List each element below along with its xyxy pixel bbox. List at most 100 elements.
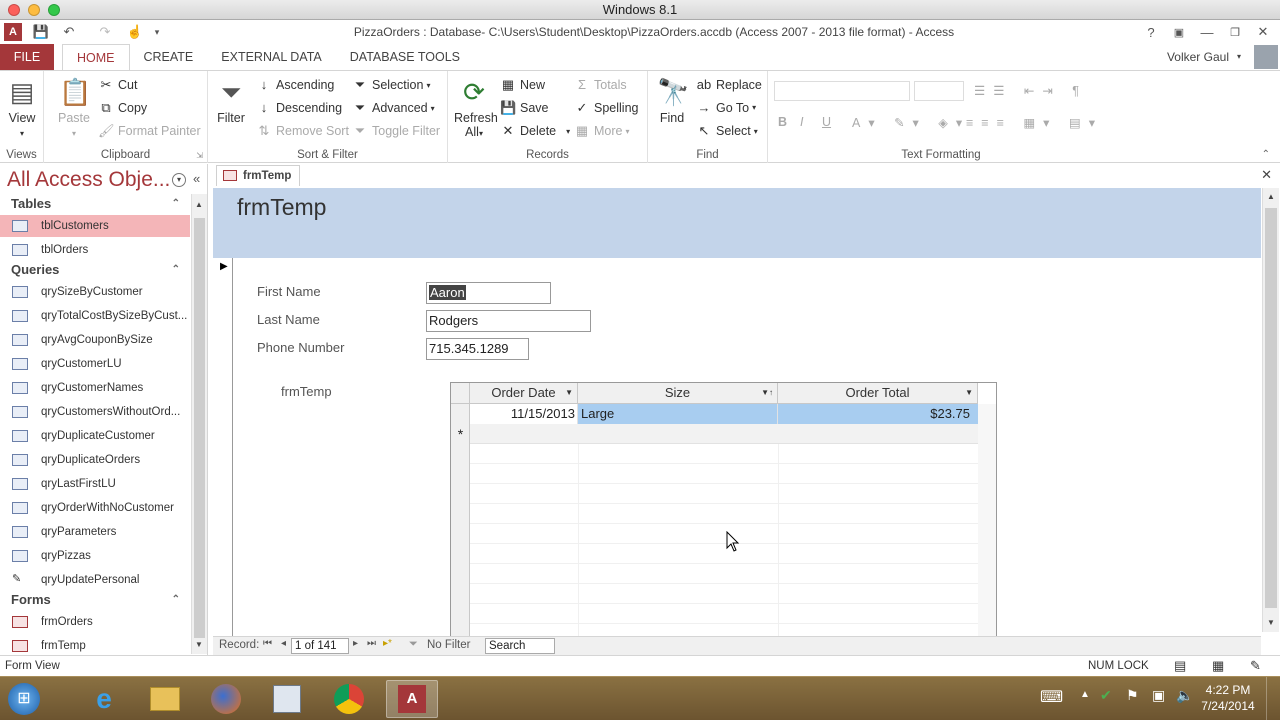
- tab-external-data[interactable]: EXTERNAL DATA: [207, 44, 335, 70]
- filter-button[interactable]: ⏷ Filter: [216, 75, 246, 125]
- tab-create[interactable]: CREATE: [130, 44, 208, 70]
- tab-file[interactable]: FILE: [0, 44, 54, 70]
- find-button[interactable]: 🔭 Find: [656, 75, 689, 125]
- scroll-up-icon[interactable]: ▲: [1267, 192, 1275, 201]
- show-desktop-button[interactable]: [1266, 677, 1280, 721]
- cell-size[interactable]: Large: [578, 404, 778, 424]
- nav-item-query[interactable]: qryCustomersWithoutOrd...: [0, 401, 190, 423]
- first-name-field[interactable]: Aaron: [426, 282, 551, 304]
- format-painter-button[interactable]: 🖌 Format Painter: [98, 123, 201, 139]
- design-view-icon[interactable]: ✎: [1250, 656, 1261, 676]
- taskbar-explorer[interactable]: [139, 680, 191, 718]
- next-record-icon[interactable]: ▸: [353, 638, 358, 649]
- previous-record-icon[interactable]: ◂: [281, 638, 286, 649]
- nav-item-tblOrders[interactable]: tblOrders: [0, 239, 190, 261]
- toggle-filter-button[interactable]: ⏷ Toggle Filter: [352, 123, 440, 139]
- advanced-button[interactable]: ⏷ Advanced ▾: [352, 100, 435, 116]
- copy-button[interactable]: ⧉ Copy: [98, 100, 147, 116]
- scroll-thumb[interactable]: [1265, 208, 1277, 608]
- cell-order-total[interactable]: $23.75: [778, 404, 978, 424]
- nav-item-query[interactable]: qryCustomerNames: [0, 377, 190, 399]
- zoom-window-dot[interactable]: [48, 4, 60, 16]
- select-all-corner[interactable]: [451, 383, 470, 404]
- network-icon[interactable]: ✔: [1100, 687, 1112, 704]
- save-icon[interactable]: 💾: [30, 21, 52, 43]
- action-center-flag-icon[interactable]: ⚑: [1126, 687, 1139, 704]
- nav-menu-icon[interactable]: ▾: [172, 173, 186, 187]
- last-record-icon[interactable]: ⏭: [367, 638, 376, 649]
- close-tab-icon[interactable]: ✕: [1261, 167, 1272, 183]
- doc-tab-frmTemp[interactable]: frmTemp: [216, 165, 300, 186]
- orders-subform[interactable]: Order Date ▼ Size ▼↑ Order Total ▼ 11/15/20…: [450, 382, 997, 642]
- record-selector[interactable]: ▶: [213, 258, 233, 636]
- descending-button[interactable]: ↓ Descending: [256, 100, 342, 115]
- close-icon[interactable]: ✕: [1252, 21, 1274, 43]
- new-record-row[interactable]: [470, 424, 978, 444]
- save-record-button[interactable]: 💾 Save: [500, 100, 549, 116]
- goto-button[interactable]: → Go To ▾: [696, 100, 757, 115]
- taskbar-tool[interactable]: [261, 680, 313, 718]
- scroll-down-icon[interactable]: ▼: [195, 640, 203, 649]
- nav-item-frmTemp[interactable]: frmTemp: [0, 635, 190, 657]
- minimize-window-dot[interactable]: [28, 4, 40, 16]
- user-name[interactable]: Volker Gaul: [1167, 44, 1229, 70]
- selection-button[interactable]: ⏷ Selection ▾: [352, 77, 431, 93]
- column-header-order-total[interactable]: Order Total ▼: [778, 383, 978, 404]
- dialog-launcher-icon[interactable]: ⇲: [196, 151, 203, 160]
- alignment-tools[interactable]: ≡≡≡ ▦▾ ▤▾: [966, 115, 1103, 130]
- last-name-field[interactable]: Rodgers: [426, 310, 591, 332]
- layout-view-icon[interactable]: ▦: [1212, 656, 1224, 676]
- font-color-tools[interactable]: A▾ ✎▾ ◈▾: [852, 115, 970, 130]
- spelling-button[interactable]: ✓ Spelling: [574, 100, 639, 116]
- dropdown-arrow-icon[interactable]: ▼: [565, 383, 573, 403]
- collapse-ribbon-icon[interactable]: ⌃: [1262, 149, 1270, 160]
- nav-item-query[interactable]: qrySizeByCustomer: [0, 281, 190, 303]
- user-dropdown-icon[interactable]: ▾: [1237, 44, 1248, 70]
- redo-icon[interactable]: ↷: [94, 21, 116, 43]
- nav-item-tblCustomers[interactable]: tblCustomers: [0, 215, 190, 237]
- filter-status[interactable]: No Filter: [427, 639, 470, 651]
- nav-section-forms[interactable]: Forms ⌃: [0, 590, 190, 610]
- network-status-icon[interactable]: ▣: [1152, 687, 1165, 704]
- scroll-up-icon[interactable]: ▲: [195, 200, 203, 209]
- cut-button[interactable]: ✂ Cut: [98, 77, 138, 93]
- totals-button[interactable]: Σ Totals: [574, 77, 627, 92]
- help-icon[interactable]: ?: [1140, 21, 1162, 43]
- taskbar-access[interactable]: A: [386, 680, 438, 718]
- list-indent-tools[interactable]: ☰☰ ⇤⇥ ¶: [974, 83, 1087, 98]
- touch-mode-icon[interactable]: ☝: [124, 21, 146, 43]
- view-button[interactable]: ▤ View ▾: [6, 75, 38, 139]
- nav-item-query[interactable]: qryAvgCouponBySize: [0, 329, 190, 351]
- taskbar-chrome[interactable]: [323, 680, 375, 718]
- refresh-all-button[interactable]: ⟳ Refresh All▾: [454, 75, 498, 139]
- new-record-nav-icon[interactable]: ▸*: [383, 638, 392, 649]
- cell-order-date[interactable]: 11/15/2013: [470, 404, 578, 424]
- volume-icon[interactable]: 🔈: [1176, 687, 1193, 704]
- delete-button[interactable]: ✕ Delete ▾: [500, 123, 571, 139]
- start-button[interactable]: ⊞: [2, 680, 46, 718]
- bold-button[interactable]: B: [778, 115, 787, 129]
- nav-scrollbar[interactable]: ▲ ▼: [191, 194, 207, 654]
- column-header-order-date[interactable]: Order Date ▼: [470, 383, 578, 404]
- form-view-icon[interactable]: ▤: [1174, 656, 1186, 676]
- font-name-dropdown[interactable]: [774, 81, 910, 101]
- more-button[interactable]: ▦ More ▾: [574, 123, 630, 139]
- taskbar-firefox[interactable]: [200, 680, 252, 718]
- first-record-icon[interactable]: ⏮: [263, 638, 272, 649]
- clock[interactable]: 4:22 PM 7/24/2014: [1200, 682, 1256, 714]
- sorted-ascending-icon[interactable]: ▼↑: [761, 383, 773, 403]
- taskbar-ie[interactable]: e: [78, 680, 130, 718]
- new-record-marker[interactable]: *: [451, 424, 470, 444]
- nav-section-tables[interactable]: Tables ⌃: [0, 194, 190, 214]
- phone-number-field[interactable]: 715.345.1289: [426, 338, 529, 360]
- nav-item-query[interactable]: qryCustomerLU: [0, 353, 190, 375]
- font-size-dropdown[interactable]: [914, 81, 964, 101]
- tab-database-tools[interactable]: DATABASE TOOLS: [336, 44, 474, 70]
- close-window-dot[interactable]: [8, 4, 20, 16]
- scroll-thumb[interactable]: [194, 218, 205, 638]
- show-hidden-icons-icon[interactable]: ▲: [1080, 689, 1090, 700]
- dropdown-arrow-icon[interactable]: ▼: [965, 383, 973, 403]
- nav-item-query[interactable]: ✎ qryUpdatePersonal: [0, 569, 190, 591]
- replace-button[interactable]: ab Replace: [696, 77, 762, 92]
- scroll-down-icon[interactable]: ▼: [1267, 618, 1275, 627]
